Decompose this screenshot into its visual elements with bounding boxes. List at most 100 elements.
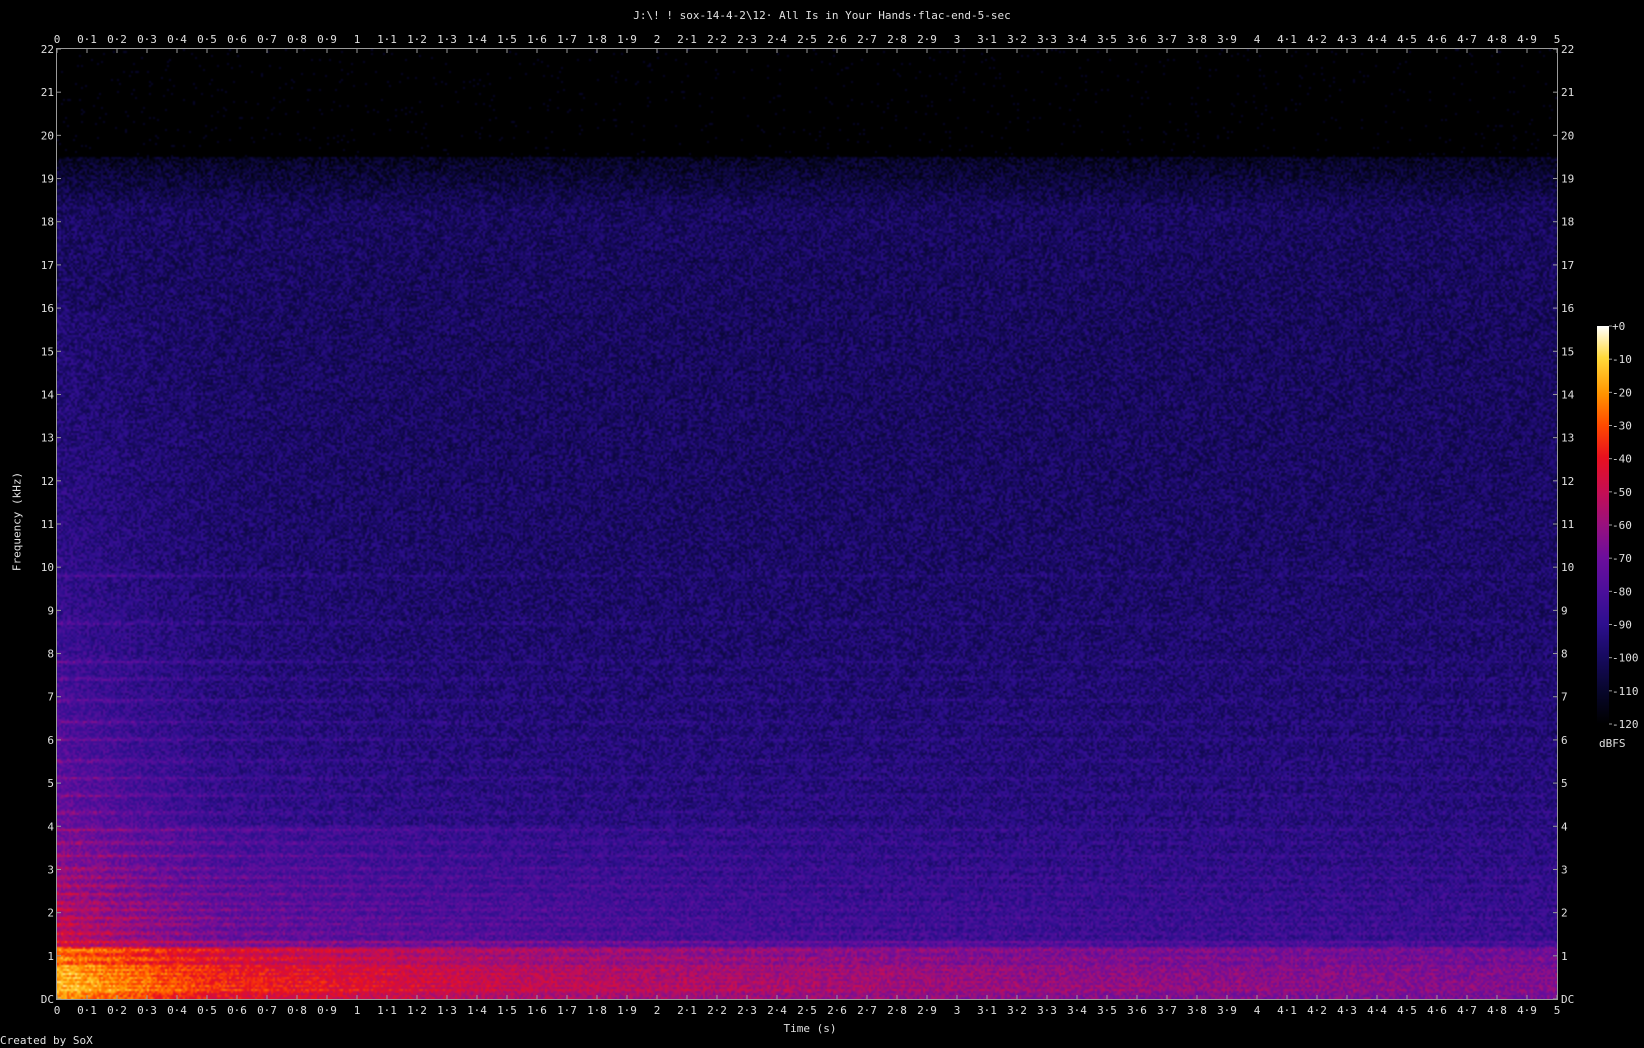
y-tick-label: DC xyxy=(41,993,54,1006)
y-tick-label: 22 xyxy=(1561,43,1574,56)
y-tick-label: DC xyxy=(1561,993,1574,1006)
x-tick-label: 2·5 xyxy=(797,33,817,46)
x-tick-label: 3·5 xyxy=(1097,1004,1117,1017)
y-tick-label: 13 xyxy=(41,432,54,445)
credit-text: Created by SoX xyxy=(0,1034,93,1047)
x-tick-label: 0·8 xyxy=(287,1004,307,1017)
x-tick-label: 2 xyxy=(654,1004,661,1017)
colorbar-tick-label: -80 xyxy=(1612,585,1632,598)
y-tick-label: 3 xyxy=(1561,863,1568,876)
x-tick-label: 3·1 xyxy=(977,1004,997,1017)
colorbar-tick-label: -110 xyxy=(1612,685,1639,698)
x-tick-label: 0·9 xyxy=(317,1004,337,1017)
y-tick-label: 9 xyxy=(47,604,54,617)
x-tick-label: 0·7 xyxy=(257,1004,277,1017)
x-tick-label: 0·7 xyxy=(257,33,277,46)
colorbar-label: dBFS xyxy=(1599,737,1626,750)
x-tick-label: 3·8 xyxy=(1187,33,1207,46)
x-tick-label: 0·9 xyxy=(317,33,337,46)
x-tick-label: 2·7 xyxy=(857,33,877,46)
x-tick-label: 0·2 xyxy=(107,33,127,46)
x-tick-label: 0·6 xyxy=(227,1004,247,1017)
y-tick-label: 6 xyxy=(1561,734,1568,747)
x-tick-label: 3·2 xyxy=(1007,1004,1027,1017)
x-tick-label: 2·4 xyxy=(767,1004,787,1017)
x-tick-label: 1·9 xyxy=(617,33,637,46)
y-tick-label: 15 xyxy=(41,345,54,358)
y-tick-label: 2 xyxy=(1561,907,1568,920)
y-tick-label: 3 xyxy=(47,863,54,876)
x-tick-label: 4 xyxy=(1254,33,1261,46)
x-tick-label: 3·9 xyxy=(1217,1004,1237,1017)
x-tick-label: 1·2 xyxy=(407,33,427,46)
x-tick-label: 4·6 xyxy=(1427,1004,1447,1017)
y-tick-label: 6 xyxy=(47,734,54,747)
x-tick-label: 5 xyxy=(1554,1004,1561,1017)
x-tick-label: 0·4 xyxy=(167,1004,187,1017)
y-axis-label: Frequency (kHz) xyxy=(10,471,24,572)
x-tick-label: 0·5 xyxy=(197,33,217,46)
x-tick-label: 3·7 xyxy=(1157,1004,1177,1017)
x-tick-label: 0·5 xyxy=(197,1004,217,1017)
x-tick-label: 3·5 xyxy=(1097,33,1117,46)
y-tick-label: 8 xyxy=(1561,648,1568,661)
colorbar-tick-label: -30 xyxy=(1612,420,1632,433)
x-tick-label: 2·1 xyxy=(677,33,697,46)
x-tick-label: 0·3 xyxy=(137,1004,157,1017)
y-tick-label: 14 xyxy=(1561,388,1575,401)
y-tick-label: 5 xyxy=(47,777,54,790)
x-tick-label: 2·7 xyxy=(857,1004,877,1017)
x-tick-label: 2·2 xyxy=(707,33,727,46)
colorbar-tick-label: -60 xyxy=(1612,519,1632,532)
x-tick-label: 2·6 xyxy=(827,33,847,46)
x-tick-label: 3·1 xyxy=(977,33,997,46)
y-tick-label: 18 xyxy=(1561,216,1574,229)
x-tick-label: 4·4 xyxy=(1367,33,1387,46)
x-tick-label: 1·8 xyxy=(587,33,607,46)
y-tick-label: 18 xyxy=(41,216,54,229)
y-tick-label: 12 xyxy=(1561,475,1574,488)
colorbar-tick-label: +0 xyxy=(1612,320,1625,333)
spectrogram-plot: 0 0·1 0·2 0·3 0·4 0·5 0·6 0·7 0·8 0·9 1 1·1 1·2 1·3 1·… xyxy=(41,33,1639,1017)
x-tick-label: 3·3 xyxy=(1037,1004,1057,1017)
x-tick-label: 2 xyxy=(654,33,661,46)
y-tick-label: 15 xyxy=(1561,345,1574,358)
x-tick-label: 1·4 xyxy=(467,33,487,46)
colorbar-tick-label: -20 xyxy=(1612,386,1632,399)
x-tick-label: 1 xyxy=(354,33,361,46)
x-tick-label: 2·3 xyxy=(737,1004,757,1017)
colorbar-tick-label: -40 xyxy=(1612,453,1632,466)
x-tick-label: 4·5 xyxy=(1397,1004,1417,1017)
y-tick-label: 8 xyxy=(47,648,54,661)
y-tick-label: 5 xyxy=(1561,777,1568,790)
x-tick-label: 0·4 xyxy=(167,33,187,46)
y-tick-label: 17 xyxy=(41,259,54,272)
x-tick-label: 1·7 xyxy=(557,1004,577,1017)
x-tick-label: 4·1 xyxy=(1277,33,1297,46)
x-tick-label: 3·9 xyxy=(1217,33,1237,46)
x-tick-label: 2·1 xyxy=(677,1004,697,1017)
spectrogram-image xyxy=(57,49,1557,999)
x-tick-label: 2·6 xyxy=(827,1004,847,1017)
colorbar-tick-label: -70 xyxy=(1612,552,1632,565)
x-tick-label: 3 xyxy=(954,33,961,46)
colorbar-tick-label: -10 xyxy=(1612,353,1632,366)
x-tick-label: 0·1 xyxy=(77,1004,97,1017)
y-tick-label: 1 xyxy=(1561,950,1568,963)
x-tick-label: 4·2 xyxy=(1307,33,1327,46)
colorbar-tick-label: -120 xyxy=(1612,718,1639,731)
x-tick-label: 4·4 xyxy=(1367,1004,1387,1017)
y-tick-label: 14 xyxy=(41,388,55,401)
x-tick-label: 1·1 xyxy=(377,33,397,46)
x-tick-label: 4 xyxy=(1254,1004,1261,1017)
y-tick-label: 16 xyxy=(41,302,54,315)
x-axis-label: Time (s) xyxy=(783,1022,837,1035)
spectrogram-figure: J:\! ! sox-14-4-2\12· All Is in Your Han… xyxy=(0,0,1644,1048)
x-tick-label: 1·5 xyxy=(497,1004,517,1017)
x-tick-label: 0·2 xyxy=(107,1004,127,1017)
y-tick-label: 4 xyxy=(1561,820,1568,833)
x-tick-label: 3·8 xyxy=(1187,1004,1207,1017)
x-tick-label: 3·4 xyxy=(1067,33,1087,46)
y-tick-label: 21 xyxy=(41,86,54,99)
x-tick-label: 2·9 xyxy=(917,1004,937,1017)
